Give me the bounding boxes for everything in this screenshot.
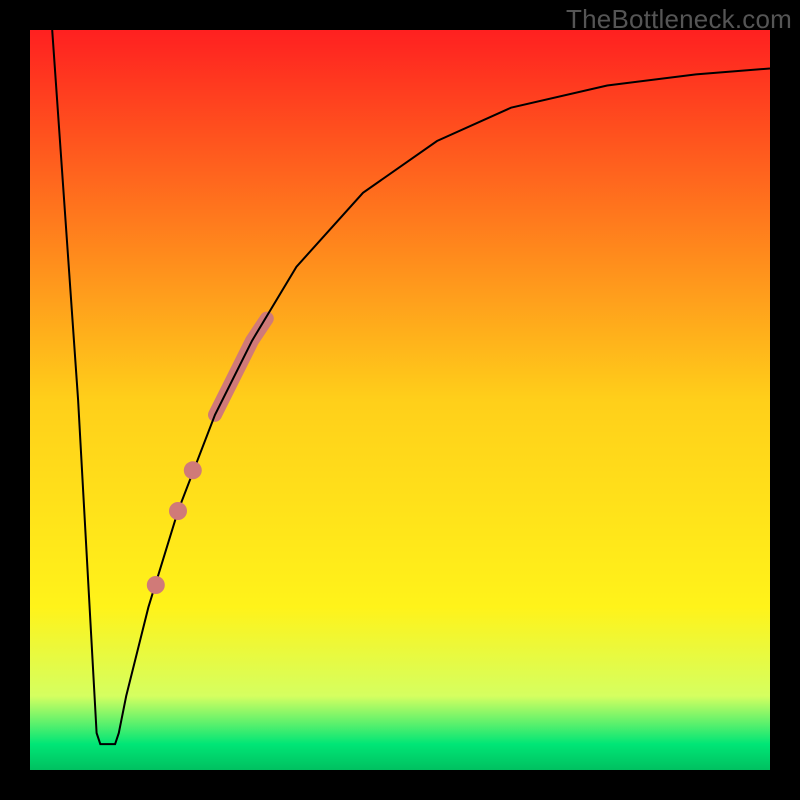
chart-background [30, 30, 770, 770]
dots-point [184, 461, 202, 479]
dots-point [169, 502, 187, 520]
dots-point [147, 576, 165, 594]
chart-plot [30, 30, 770, 770]
chart-frame: TheBottleneck.com [0, 0, 800, 800]
